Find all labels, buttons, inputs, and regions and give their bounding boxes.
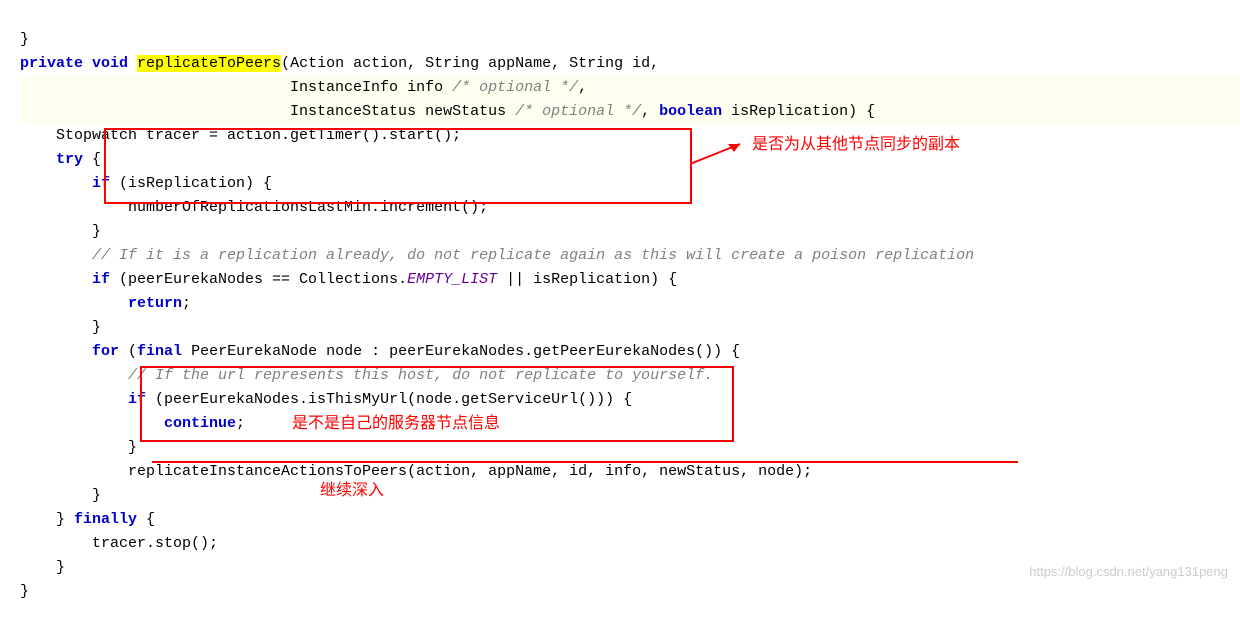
- code-line: private void replicateToPeers(Action act…: [20, 52, 1240, 76]
- code-text: ,: [578, 79, 587, 96]
- comment: /* optional */: [452, 79, 578, 96]
- keyword: boolean: [659, 103, 722, 120]
- keyword: if: [20, 175, 110, 192]
- annotation-text: 是否为从其他节点同步的副本: [752, 132, 960, 158]
- comment: /* optional */: [515, 103, 641, 120]
- highlighted-method: replicateToPeers: [137, 55, 281, 72]
- code-line: }: [20, 580, 1240, 604]
- keyword: private void: [20, 55, 137, 72]
- annotation-text: 是不是自己的服务器节点信息: [292, 411, 500, 437]
- annotation-text: 继续深入: [320, 478, 384, 504]
- code-line: if (peerEurekaNodes.isThisMyUrl(node.get…: [20, 388, 1240, 412]
- keyword: try: [20, 151, 83, 168]
- code-line: // If the url represents this host, do n…: [20, 364, 1240, 388]
- code-text: (isReplication) {: [110, 175, 272, 192]
- code-line: for (final PeerEurekaNode node : peerEur…: [20, 340, 1240, 364]
- code-line: if (isReplication) {: [20, 172, 1240, 196]
- code-text: isReplication) {: [722, 103, 875, 120]
- code-text: {: [137, 511, 155, 528]
- code-line: }: [20, 436, 1240, 460]
- code-line: }: [20, 316, 1240, 340]
- code-line: tracer.stop();: [20, 532, 1240, 556]
- code-line: replicateInstanceActionsToPeers(action, …: [20, 460, 1240, 484]
- keyword: final: [137, 343, 182, 360]
- code-text: (peerEurekaNodes == Collections.: [110, 271, 407, 288]
- code-text: {: [83, 151, 101, 168]
- code-text: (: [119, 343, 137, 360]
- code-line: InstanceInfo info /* optional */,: [20, 76, 1240, 100]
- code-line: }: [20, 220, 1240, 244]
- code-line: }: [20, 28, 1240, 52]
- code-text: || isReplication) {: [497, 271, 677, 288]
- constant: EMPTY_LIST: [407, 271, 497, 288]
- code-line: try {: [20, 148, 1240, 172]
- code-text: InstanceInfo info: [20, 79, 452, 96]
- comment: // If it is a replication already, do no…: [20, 247, 974, 264]
- keyword: finally: [74, 511, 137, 528]
- keyword: if: [20, 271, 110, 288]
- code-text: ;: [236, 415, 245, 432]
- code-text: (Action action, String appName, String i…: [281, 55, 659, 72]
- code-text: (peerEurekaNodes.isThisMyUrl(node.getSer…: [146, 391, 632, 408]
- code-text: ;: [182, 295, 191, 312]
- code-line: Stopwatch tracer = action.getTimer().sta…: [20, 124, 1240, 148]
- code-line: } finally {: [20, 508, 1240, 532]
- code-line: continue;: [20, 412, 1240, 436]
- code-text: }: [20, 511, 74, 528]
- keyword: for: [20, 343, 119, 360]
- code-line: return;: [20, 292, 1240, 316]
- code-block: }private void replicateToPeers(Action ac…: [0, 0, 1240, 628]
- code-text: PeerEurekaNode node : peerEurekaNodes.ge…: [182, 343, 740, 360]
- keyword: continue: [20, 415, 236, 432]
- watermark-text: https://blog.csdn.net/yang131peng: [1029, 562, 1228, 583]
- code-text: ,: [641, 103, 659, 120]
- comment: // If the url represents this host, do n…: [20, 367, 713, 384]
- code-line: }: [20, 484, 1240, 508]
- code-line: // If it is a replication already, do no…: [20, 244, 1240, 268]
- keyword: if: [20, 391, 146, 408]
- code-line: if (peerEurekaNodes == Collections.EMPTY…: [20, 268, 1240, 292]
- code-line: InstanceStatus newStatus /* optional */,…: [20, 100, 1240, 124]
- keyword: return: [20, 295, 182, 312]
- code-text: InstanceStatus newStatus: [20, 103, 515, 120]
- code-line: numberOfReplicationsLastMin.increment();: [20, 196, 1240, 220]
